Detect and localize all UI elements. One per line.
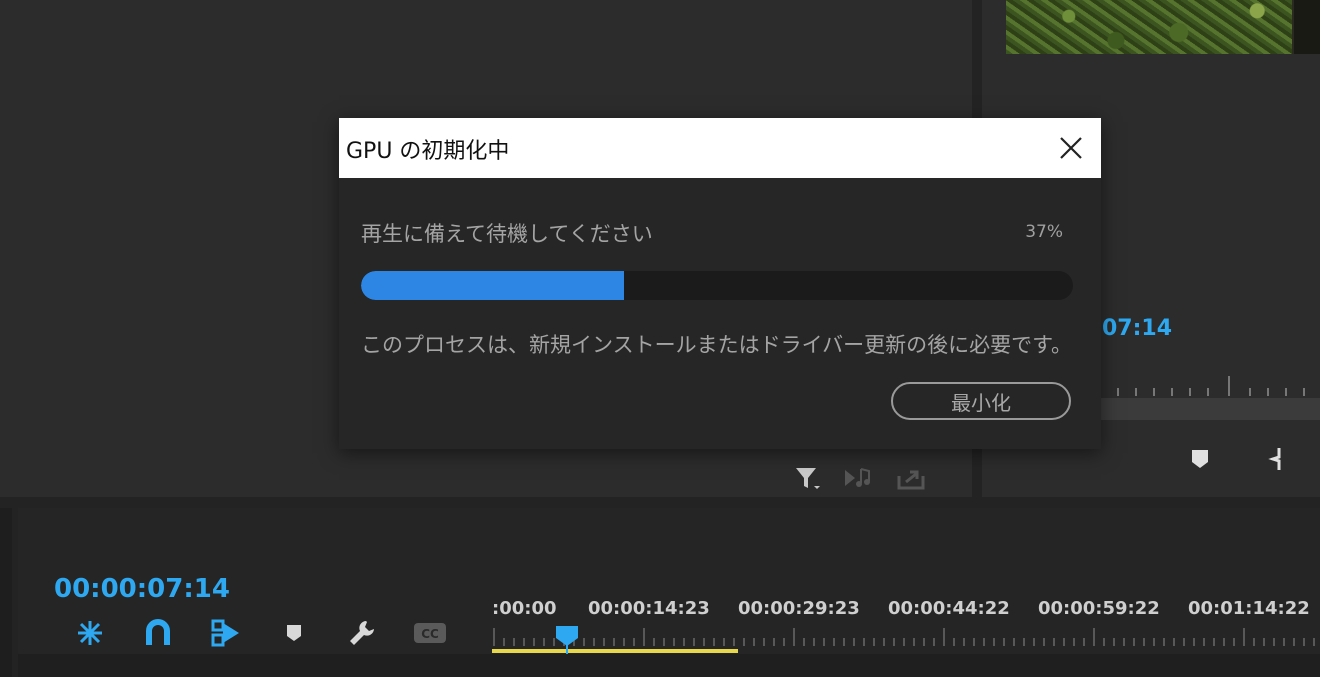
export-icon[interactable] (894, 464, 928, 492)
timeline-timecode[interactable]: 00:00:07:14 (54, 574, 230, 604)
captions-icon[interactable]: CC (396, 616, 464, 650)
timeline-panel-edge (0, 508, 12, 677)
work-area-bar (492, 649, 738, 653)
add-marker-icon[interactable] (260, 616, 328, 650)
dialog-message: 再生に備えて待機してください (361, 222, 653, 246)
snap-magnet-icon[interactable] (124, 616, 192, 650)
program-zoom-scrollbar[interactable] (1100, 398, 1320, 420)
minimize-button[interactable]: 最小化 (891, 382, 1071, 420)
program-ruler[interactable] (1100, 376, 1320, 398)
ruler-label: 00:00:29:23 (738, 598, 860, 619)
svg-text:CC: CC (421, 627, 439, 641)
ripple-edit-icon[interactable] (56, 616, 124, 650)
timeline-track-area (18, 654, 1320, 677)
filter-icon[interactable] (790, 464, 824, 492)
program-timecode[interactable]: 07:14 (1102, 316, 1172, 341)
progress-fill (361, 271, 625, 300)
dialog-titlebar: GPU の初期化中 (339, 118, 1101, 178)
timeline-panel: 00:00:07:14 CC :00:00 00:00:14:23 00:00:… (18, 508, 1320, 677)
wrench-icon[interactable] (328, 616, 396, 650)
timeline-ruler-labels: :00:00 00:00:14:23 00:00:29:23 00:00:44:… (492, 598, 1320, 622)
dialog-title: GPU の初期化中 (346, 139, 510, 164)
source-monitor-toolbar (790, 462, 928, 494)
ruler-label: :00:00 (492, 598, 557, 619)
timeline-ruler[interactable] (492, 626, 1320, 654)
marker-icon[interactable] (1190, 448, 1210, 470)
timeline-toolbar: CC (56, 616, 464, 650)
linked-selection-icon[interactable] (192, 616, 260, 650)
gpu-init-dialog: GPU の初期化中 再生に備えて待機してください 37% このプロセスは、新規イ… (339, 118, 1101, 449)
ruler-label: 00:00:14:23 (588, 598, 710, 619)
audio-video-icon[interactable] (842, 464, 876, 492)
program-video-frame (1006, 0, 1320, 54)
ruler-label: 00:01:14:22 (1188, 598, 1310, 619)
close-icon[interactable] (1053, 130, 1089, 166)
ruler-label: 00:00:59:22 (1038, 598, 1160, 619)
ruler-label: 00:00:44:22 (888, 598, 1010, 619)
mark-in-icon[interactable] (1268, 446, 1284, 472)
dialog-note: このプロセスは、新規インストールまたはドライバー更新の後に必要です。 (361, 333, 1073, 357)
progress-percent: 37% (1025, 222, 1063, 242)
progress-bar (361, 271, 1073, 300)
